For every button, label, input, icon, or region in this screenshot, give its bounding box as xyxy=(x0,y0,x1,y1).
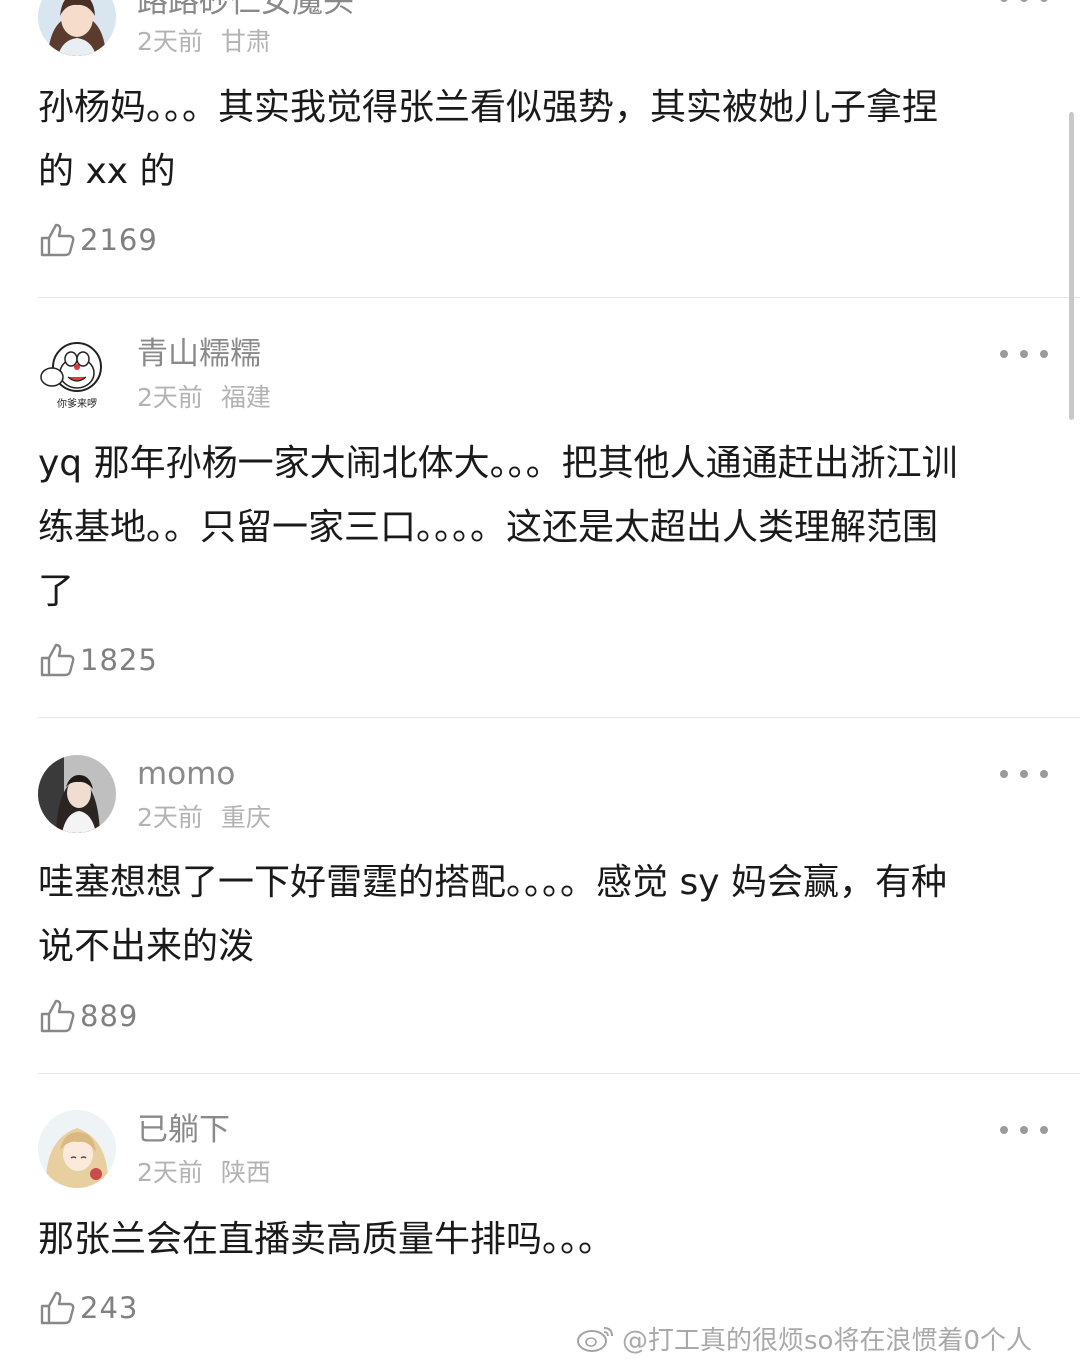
more-dot-icon xyxy=(1000,770,1008,778)
comment-text-line: 练基地。。只留一家三口。。。。这还是太超出人类理解范围 xyxy=(38,507,939,548)
comment-text-line: 哇塞想想了一下好雷霆的搭配。。。。感觉 sy 妈会赢，有种 xyxy=(38,862,947,903)
avatar[interactable] xyxy=(38,1110,116,1188)
comment-text-line: 那张兰会在直播卖高质量牛排吗。。。 xyxy=(38,1219,615,1260)
more-dot-icon xyxy=(1020,350,1028,358)
avatar-caption: 你爹来啰 xyxy=(57,397,97,410)
watermark-text: @打工真的很烦so将在浪惯着0个人 xyxy=(622,1325,1032,1356)
like-button[interactable]: 889 xyxy=(38,997,138,1035)
comment-text: 哇塞想想了一下好雷霆的搭配。。。。感觉 sy 妈会赢，有种 说不出来的泼 xyxy=(38,851,1048,979)
comment-location: 重庆 xyxy=(220,803,271,832)
avatar[interactable] xyxy=(38,755,116,833)
like-button[interactable]: 1825 xyxy=(38,641,158,679)
weibo-watermark: @打工真的很烦so将在浪惯着0个人 xyxy=(576,1318,1032,1358)
more-options-button[interactable] xyxy=(1000,342,1048,366)
weibo-logo-icon xyxy=(577,1327,613,1352)
comment-location: 福建 xyxy=(220,383,271,412)
like-button[interactable]: 243 xyxy=(38,1289,138,1327)
username[interactable]: 路路砂仁女魔头 xyxy=(137,0,354,22)
more-dot-icon xyxy=(1000,1126,1008,1134)
comment-text-line: 孙杨妈。。。其实我觉得张兰看似强势，其实被她儿子拿捏 xyxy=(38,87,939,128)
comment-text-line: 说不出来的泼 xyxy=(38,926,255,967)
more-dot-icon xyxy=(1020,770,1028,778)
like-count: 889 xyxy=(80,999,139,1033)
like-count: 2169 xyxy=(80,223,158,257)
thumbs-up-icon xyxy=(40,999,75,1033)
comment-meta: 2天前 陕西 xyxy=(137,1157,271,1189)
comment-text: yq 那年孙杨一家大闹北体大。。。把其他人通通赶出浙江训 练基地。。只留一家三口… xyxy=(38,432,1048,624)
comment-meta: 2天前 重庆 xyxy=(137,802,271,834)
thumbs-up-icon xyxy=(40,223,75,257)
username[interactable]: momo xyxy=(137,754,235,794)
comment-time: 2天前 xyxy=(137,1158,203,1187)
more-dot-icon xyxy=(1040,1126,1048,1134)
more-dot-icon xyxy=(1040,770,1048,778)
username[interactable]: 已躺下 xyxy=(137,1110,230,1150)
more-dot-icon xyxy=(1000,0,1008,2)
thumbs-up-icon xyxy=(40,643,75,677)
comment-meta: 2天前 福建 xyxy=(137,382,271,414)
username[interactable]: 青山糯糯 xyxy=(137,334,261,374)
like-button[interactable]: 2169 xyxy=(38,221,158,259)
comment-time: 2天前 xyxy=(137,383,203,412)
more-dot-icon xyxy=(1040,350,1048,358)
more-options-button[interactable] xyxy=(1000,762,1048,786)
comment-time: 2天前 xyxy=(137,27,203,56)
comment-text: 孙杨妈。。。其实我觉得张兰看似强势，其实被她儿子拿捏 的 xx 的 xyxy=(38,76,1048,204)
comment-location: 陕西 xyxy=(220,1158,271,1187)
comment-meta: 2天前 甘肃 xyxy=(137,26,271,58)
avatar[interactable]: 你爹来啰 xyxy=(38,335,116,413)
comment-text-line: 的 xx 的 xyxy=(38,151,176,192)
like-count: 1825 xyxy=(80,643,158,677)
comment-location: 甘肃 xyxy=(220,27,271,56)
comment-divider xyxy=(38,717,1080,718)
comment-time: 2天前 xyxy=(137,803,203,832)
comment-divider xyxy=(38,297,1080,298)
more-options-button[interactable] xyxy=(1000,1118,1048,1142)
scrollbar[interactable] xyxy=(1069,112,1074,420)
more-dot-icon xyxy=(1020,1126,1028,1134)
more-dot-icon xyxy=(1000,350,1008,358)
comment-text: 那张兰会在直播卖高质量牛排吗。。。 xyxy=(38,1208,1048,1272)
more-dot-icon xyxy=(1040,0,1048,2)
comment-divider xyxy=(38,1073,1080,1074)
comment-text-line: yq 那年孙杨一家大闹北体大。。。把其他人通通赶出浙江训 xyxy=(38,443,958,484)
more-options-button[interactable] xyxy=(1000,0,1048,10)
comment-text-line: 了 xyxy=(38,571,75,612)
thumbs-up-icon xyxy=(40,1291,75,1325)
avatar[interactable] xyxy=(38,0,116,56)
more-dot-icon xyxy=(1020,0,1028,2)
like-count: 243 xyxy=(80,1291,139,1325)
